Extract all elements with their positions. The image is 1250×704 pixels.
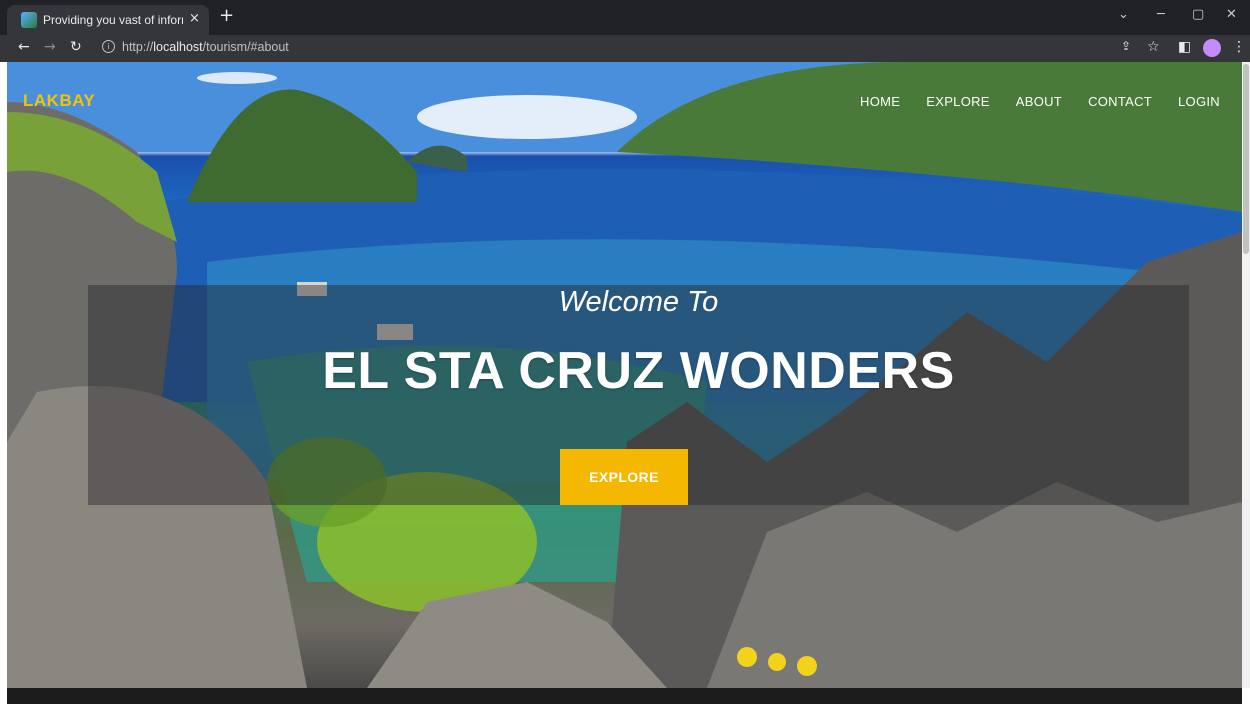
nav-home[interactable]: HOME	[860, 94, 900, 109]
hero-headline: EL STA CRUZ WONDERS	[322, 342, 955, 400]
new-tab-button[interactable]: +	[219, 5, 234, 26]
window-close-button[interactable]: ✕	[1226, 7, 1237, 22]
page-scrollbar[interactable]	[1242, 62, 1250, 688]
site-info-icon[interactable]: i	[102, 40, 115, 53]
nav-explore[interactable]: EXPLORE	[926, 94, 990, 109]
scrollbar-thumb[interactable]	[1243, 64, 1249, 254]
reload-icon[interactable]: ↻	[70, 39, 82, 55]
hero-welcome-text: Welcome To	[558, 286, 719, 318]
forward-icon[interactable]: →	[44, 39, 56, 55]
address-bar[interactable]: i http://localhost/tourism/#about	[94, 38, 1104, 59]
side-panel-icon[interactable]: ◧	[1178, 39, 1191, 55]
explore-button[interactable]: EXPLORE	[560, 449, 688, 505]
next-section-edge	[7, 688, 1242, 704]
page-viewport: LAKBAY HOME EXPLORE ABOUT CONTACT LOGIN …	[7, 62, 1242, 688]
nav-login[interactable]: LOGIN	[1178, 94, 1220, 109]
browser-tabstrip: Providing you vast of information × + ⌄ …	[0, 0, 1250, 35]
main-navigation: HOME EXPLORE ABOUT CONTACT LOGIN	[860, 94, 1220, 109]
site-logo[interactable]: LAKBAY	[23, 91, 95, 111]
tab-search-icon[interactable]: ⌄	[1118, 7, 1129, 22]
browser-toolbar: ← → ↻ i http://localhost/tourism/#about …	[0, 35, 1250, 62]
nav-contact[interactable]: CONTACT	[1088, 94, 1152, 109]
share-icon[interactable]: ⇪	[1121, 39, 1131, 53]
profile-avatar[interactable]	[1203, 39, 1221, 57]
close-tab-icon[interactable]: ×	[189, 11, 200, 26]
browser-tab[interactable]: Providing you vast of information ×	[7, 5, 209, 35]
restore-button[interactable]: ▢	[1192, 7, 1204, 22]
tab-title: Providing you vast of information	[43, 13, 183, 27]
favicon-icon	[21, 12, 37, 28]
url-text: http://localhost/tourism/#about	[122, 40, 289, 54]
minimize-button[interactable]: ─	[1157, 7, 1165, 22]
menu-kebab-icon[interactable]: ⋮	[1232, 39, 1246, 55]
nav-about[interactable]: ABOUT	[1016, 94, 1062, 109]
back-icon[interactable]: ←	[18, 39, 30, 55]
bookmark-star-icon[interactable]: ☆	[1147, 39, 1160, 55]
